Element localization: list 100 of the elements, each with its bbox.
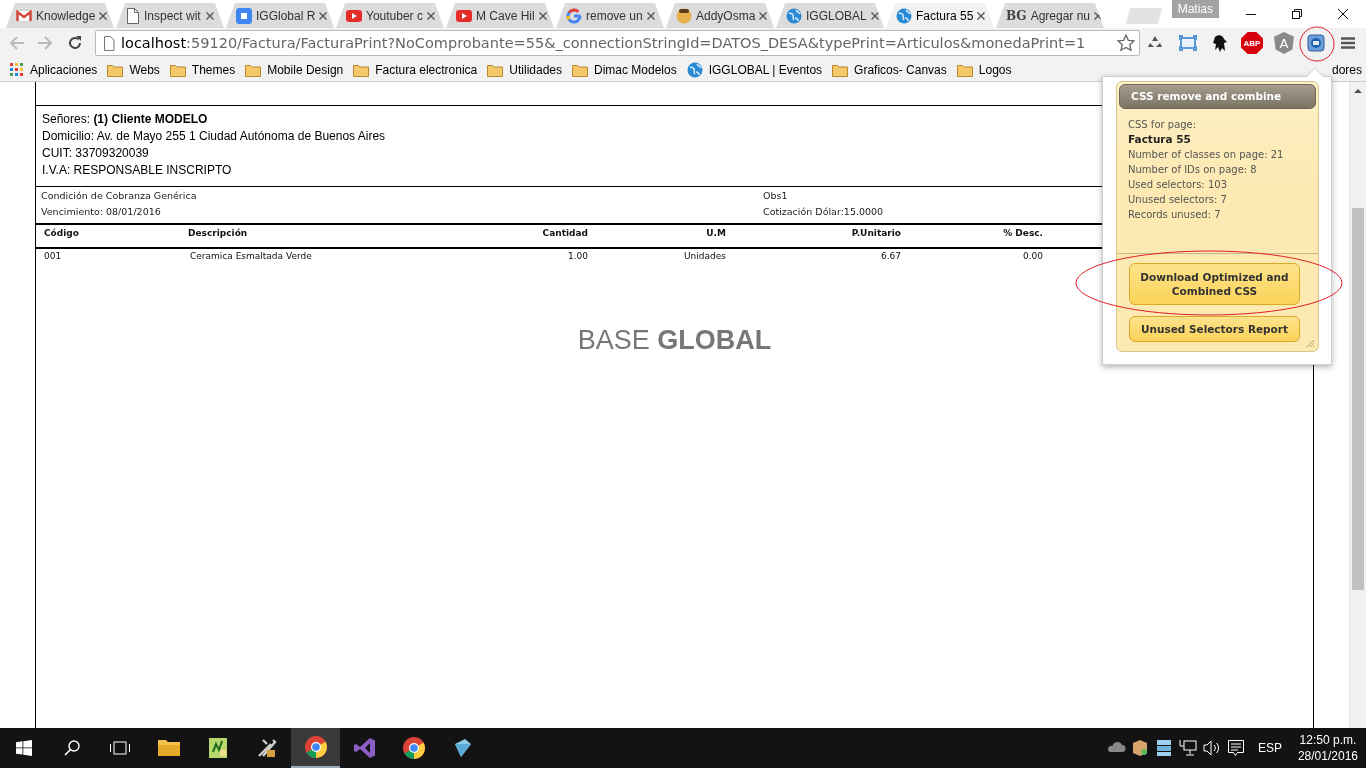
tab-title: remove un [586, 8, 643, 23]
folder-icon [572, 62, 588, 77]
browser-tab[interactable]: AddyOsma [666, 3, 774, 28]
column-header: Cantidad [541, 228, 588, 240]
bookmark-item[interactable]: Factura electronica [348, 58, 483, 81]
browser-tab[interactable]: remove un [556, 3, 664, 28]
close-icon [1094, 11, 1102, 20]
bookmark-item[interactable]: Webs [102, 58, 165, 81]
stat-text: CSS for page: [1128, 118, 1198, 132]
bookmark-item[interactable]: Logos [951, 58, 1017, 81]
url-text: localhost:59120/Factura/FacturaPrint?NoComprobante=55&_connectionStringId=DATOS_DESA&typePrint=Articulos&monedaPrint=1 [121, 35, 1086, 51]
browser-tab[interactable]: IGGLOBAL [776, 3, 884, 28]
close-icon [759, 11, 768, 20]
restore-icon [1292, 9, 1302, 19]
highlight-ellipse [1299, 26, 1335, 62]
play-icon [456, 9, 472, 22]
address-bar[interactable]: localhost:59120/Factura/FacturaPrint?NoComprobante=55&_connectionStringId=DATOS_DESA&typePrint=Articulos&monedaPrint=1 [95, 30, 1140, 56]
terms-text: Condición de Cobranza Genérica [41, 189, 198, 203]
stat-text: Factura 55 [1128, 132, 1192, 147]
terms-text: Cotización Dólar:15.0000 [763, 205, 884, 219]
browser-tab[interactable]: Youtuber c [336, 3, 444, 28]
tab-title: Inspect wit [144, 8, 202, 23]
browser-tab[interactable]: IGGlobal R [226, 3, 334, 28]
back-arrow-icon [9, 35, 25, 51]
folder-icon [956, 62, 973, 77]
windows-icon [16, 740, 32, 756]
scrollbar[interactable] [1349, 82, 1366, 728]
bookmark-item[interactable]: Utilidades [482, 58, 567, 81]
extension-button[interactable]: ABP [1241, 32, 1263, 54]
tab-title: AddyOsma [696, 8, 756, 23]
tab-title: Factura 55 [916, 8, 974, 23]
close-icon [646, 11, 655, 20]
page-icon [103, 35, 115, 51]
browser-tab[interactable]: Factura 55 [886, 3, 994, 28]
forward-arrow-icon [37, 35, 53, 51]
folder-icon [487, 62, 504, 77]
column-header: P.Unitario [850, 228, 901, 240]
tab-title: Youtuber c [366, 8, 423, 23]
bookmark-item[interactable]: IGGLOBAL | Eventos [681, 58, 828, 81]
ghost-icon [1211, 34, 1229, 52]
scrollbar-thumb[interactable] [1352, 208, 1364, 590]
close-icon [1338, 9, 1348, 19]
reload-icon [67, 35, 83, 51]
apps-icon [10, 62, 24, 77]
column-header: U.M [705, 228, 726, 240]
table-cell-text: 6.67 [879, 251, 901, 261]
g-icon [566, 7, 582, 24]
extension-icon [1307, 34, 1325, 52]
close-icon [426, 11, 435, 20]
scroll-up-arrow [1354, 88, 1362, 93]
task-view-icon [110, 741, 130, 755]
tab-title: Agregar nu [1030, 8, 1090, 23]
table-cell-text: 001 [44, 251, 63, 261]
customer-line: CUIT: 33709320039 [42, 145, 149, 162]
bookmark-item[interactable]: Aplicaciones [5, 58, 103, 81]
stat-text: Number of IDs on page: 8 [1128, 163, 1258, 177]
terms-text: Obs1 [763, 189, 789, 203]
search-icon [64, 740, 80, 756]
browser-tab[interactable]: BG Agregar nu [996, 3, 1104, 28]
action-button[interactable]: Download Optimized and Combined CSS [1129, 263, 1300, 305]
close-icon [206, 11, 214, 20]
clock-button[interactable]: 12:50 p.m. 28/01/2016 [1291, 732, 1366, 764]
bookmark-item[interactable]: Mobile Design [240, 58, 349, 81]
folder-icon [832, 62, 849, 77]
globe-icon [786, 7, 802, 24]
folder-icon [169, 62, 186, 77]
company-logo: BASE GLOBAL [577, 325, 772, 356]
browser-tab[interactable]: M Cave Hil [446, 3, 554, 28]
bookmark-item[interactable]: Dimac Modelos [567, 58, 682, 81]
browser-tab[interactable]: Inspect wit [116, 3, 224, 28]
customer-line: Señores: (1) Cliente MODELO [42, 111, 208, 128]
capture-icon [1179, 34, 1197, 52]
bookmark-item[interactable]: Themes [164, 58, 241, 81]
stat-text: Records unused: 7 [1128, 208, 1222, 222]
stat-text: Used selectors: 103 [1128, 178, 1228, 192]
close-icon [977, 11, 986, 20]
browser-tab[interactable]: Knowledge [6, 3, 114, 28]
tab-title: IGGLOBAL [806, 8, 867, 23]
table-cell-text: 0.00 [1021, 251, 1043, 261]
close-icon [319, 11, 328, 20]
avatar-icon [676, 7, 692, 24]
close-icon [538, 11, 547, 20]
stat-text: Number of classes on page: 21 [1128, 148, 1285, 162]
bookmark-item[interactable]: dores [1331, 62, 1366, 77]
folder-icon [245, 62, 262, 77]
mail-icon [16, 9, 32, 22]
language-indicator[interactable]: ESP [1247, 741, 1292, 755]
bookmark-item[interactable]: Graficos- Canvas [827, 58, 952, 81]
infinity-icon [352, 736, 377, 760]
folder-icon [353, 62, 370, 77]
column-header: Código [44, 228, 80, 240]
action-button[interactable]: Unused Selectors Report [1129, 316, 1300, 342]
menu-icon [1341, 37, 1355, 49]
globe-icon [896, 7, 912, 24]
folder-icon [107, 62, 124, 77]
taskbar-app[interactable] [291, 728, 340, 768]
popup-title: CSS remove and combine [1119, 84, 1316, 109]
speaker-icon [1201, 738, 1222, 758]
tab-title: IGGlobal R [256, 8, 316, 23]
column-header: % Desc. [1002, 228, 1043, 240]
